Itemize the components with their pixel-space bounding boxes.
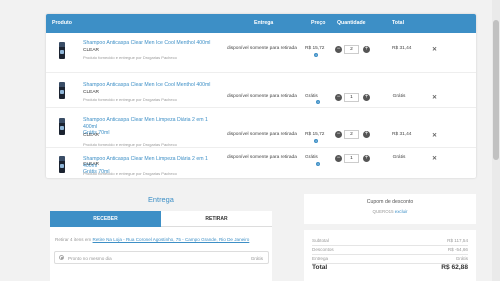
row-total: R$ 31,44 [392, 132, 412, 137]
availability-text: disponível somente para retirada [227, 46, 297, 51]
quantity-input[interactable]: 1 [344, 154, 359, 163]
remove-item-icon[interactable]: ✕ [432, 46, 437, 53]
row-total: Grátis [392, 94, 406, 99]
increase-quantity-button[interactable]: + [363, 131, 370, 138]
decrease-quantity-button[interactable]: − [335, 46, 342, 53]
product-image[interactable] [59, 82, 65, 99]
entrega-label: Entrega [312, 256, 329, 261]
tab-receber[interactable]: RECEBER [50, 211, 161, 227]
unit-price: R$ 15,72 [305, 132, 325, 137]
subtotal-label: Subtotal [312, 238, 329, 243]
tab-retirar[interactable]: RETIRAR [161, 211, 272, 227]
availability-text: disponível somente para retirada [227, 94, 297, 99]
coupon-applied: QUERO15 excluir [304, 209, 476, 214]
total-label: Total [312, 264, 328, 271]
scrollbar-thumb[interactable] [493, 20, 499, 160]
remove-item-icon[interactable]: ✕ [432, 132, 437, 139]
product-brand: CLEAR [83, 133, 99, 138]
descontos-label: Descontos [312, 247, 334, 252]
table-row-details: CLEAR Produto fornecido e entregue por D… [46, 142, 476, 176]
total-value: R$ 62,88 [441, 264, 468, 271]
pickup-option-label: Pronto no mesmo dia [68, 255, 112, 261]
delivery-tabs: RECEBER RETIRAR [50, 211, 272, 227]
header-entrega: Entrega [254, 20, 274, 26]
unit-price: R$ 15,72 [305, 46, 325, 51]
product-image[interactable] [59, 118, 65, 135]
quantity-input[interactable]: 2 [344, 130, 359, 139]
coupon-remove-link[interactable]: excluir [395, 209, 408, 214]
product-seller: Produto fornecido e entregue por Drogari… [83, 171, 177, 176]
availability-text: disponível somente para retirada [227, 132, 297, 137]
pickup-option[interactable]: Pronto no mesmo dia Grátis [54, 251, 269, 264]
product-image[interactable] [59, 42, 65, 59]
info-icon[interactable]: i [314, 53, 318, 57]
summary-divider [312, 254, 468, 255]
remove-item-icon[interactable]: ✕ [432, 155, 437, 162]
product-brand: CLEAR [83, 48, 99, 53]
product-brand: CLEAR [83, 90, 99, 95]
decrease-quantity-button[interactable]: − [335, 155, 342, 162]
header-preco: Preço [311, 20, 326, 26]
product-brand: CLEAR [83, 162, 99, 167]
unit-price: Grátis [305, 155, 318, 160]
table-row: Shampoo Anticaspa Clear Men Ice Cool Men… [46, 37, 476, 70]
radio-button[interactable] [59, 255, 64, 260]
remove-item-icon[interactable]: ✕ [432, 94, 437, 101]
coupon-code: QUERO15 [372, 209, 394, 214]
header-quantidade: Quantidade [337, 20, 366, 26]
order-summary: Subtotal R$ 117,54 Descontos R$ -54,66 E… [304, 230, 476, 281]
descontos-value: R$ -54,66 [447, 247, 468, 252]
pickup-panel: Retirar 4 itens em Retire Na Loja - Rua … [50, 227, 272, 281]
header-produto: Produto [52, 20, 72, 26]
scrollbar[interactable] [492, 0, 500, 281]
header-total: Total [392, 20, 405, 26]
pickup-option-price: Grátis [250, 255, 263, 261]
unit-price: Grátis [305, 94, 318, 99]
product-name[interactable]: Shampoo Anticaspa Clear Men Ice Cool Men… [83, 82, 213, 89]
increase-quantity-button[interactable]: + [363, 155, 370, 162]
pickup-address-link[interactable]: Retire Na Loja - Rua Coronel Agostinho, … [93, 237, 250, 242]
coupon-card: Cupom de desconto QUERO15 excluir [304, 194, 476, 224]
decrease-quantity-button[interactable]: − [335, 94, 342, 101]
quantity-input[interactable]: 1 [344, 93, 359, 102]
entrega-value: Grátis [455, 256, 468, 261]
coupon-title: Cupom de desconto [366, 199, 414, 205]
summary-divider [312, 245, 468, 246]
increase-quantity-button[interactable]: + [363, 46, 370, 53]
pickup-prefix: Retirar 4 itens em [55, 237, 92, 242]
increase-quantity-button[interactable]: + [363, 94, 370, 101]
info-icon[interactable]: i [316, 100, 320, 104]
quantity-input[interactable]: 2 [344, 45, 359, 54]
product-name[interactable]: Shampoo Anticaspa Clear Men Limpeza Diár… [83, 117, 213, 137]
table-row: Shampoo Anticaspa Clear Men Ice Cool Men… [46, 72, 476, 105]
product-name[interactable]: Shampoo Anticaspa Clear Men Ice Cool Men… [83, 40, 213, 47]
product-seller: Produto fornecido e entregue por Drogari… [83, 97, 177, 102]
row-total: R$ 31,44 [392, 46, 412, 51]
pickup-description: Retirar 4 itens em Retire Na Loja - Rua … [55, 237, 249, 242]
decrease-quantity-button[interactable]: − [335, 131, 342, 138]
product-seller: Produto fornecido e entregue por Drogari… [83, 55, 177, 60]
subtotal-value: R$ 117,54 [447, 238, 468, 243]
row-total: Grátis [392, 155, 406, 160]
cart-table-header: Produto Entrega Preço Quantidade Total [46, 14, 476, 33]
table-row: Shampoo Anticaspa Clear Men Limpeza Diár… [46, 106, 476, 147]
availability-text: disponível somente para retirada [227, 155, 297, 160]
delivery-title: Entrega [148, 195, 174, 204]
info-icon[interactable]: i [316, 162, 320, 166]
